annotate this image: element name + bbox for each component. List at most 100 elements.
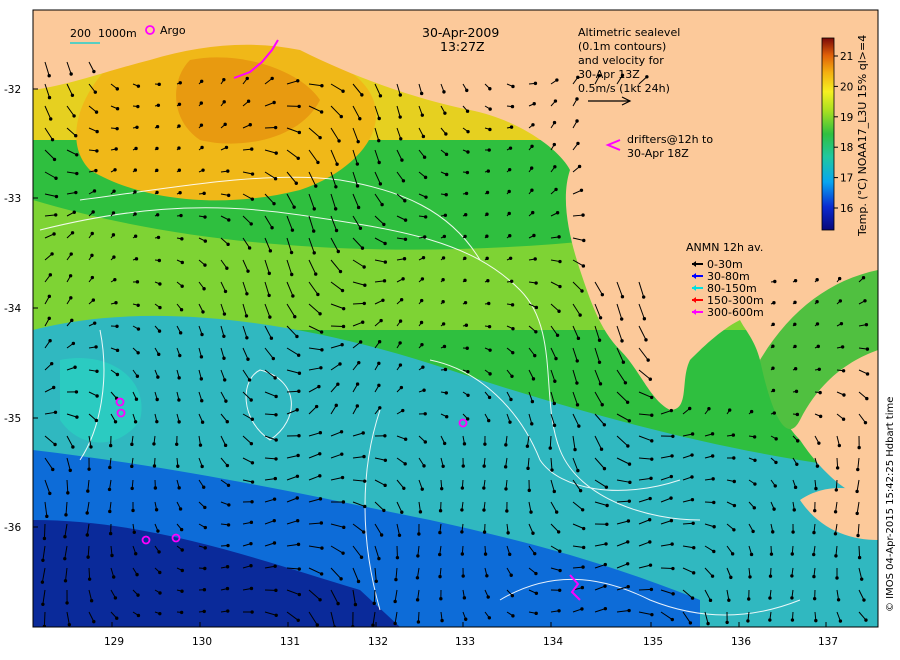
velocity-arrowhead: [394, 577, 398, 582]
velocity-arrowhead: [509, 125, 514, 129]
velocity-arrowhead: [52, 157, 57, 162]
velocity-arrowhead: [628, 480, 632, 485]
velocity-arrowhead: [225, 586, 230, 591]
velocity-arrowhead: [316, 292, 320, 297]
velocity-arrowhead: [813, 508, 817, 513]
velocity-arrowhead: [92, 619, 96, 624]
velocity-arrowhead: [401, 408, 405, 413]
velocity-arrowhead: [341, 89, 345, 93]
velocity-arrowhead: [670, 542, 674, 546]
velocity-arrowhead: [341, 500, 346, 504]
velocity-arrowhead: [158, 570, 162, 575]
velocity-arrowhead: [203, 546, 207, 550]
velocity-arrowhead: [381, 298, 385, 302]
velocity-arrowhead: [793, 367, 798, 371]
velocity-arrowhead: [463, 256, 467, 260]
colorbar-tick-label: 19: [840, 112, 853, 124]
velocity-arrowhead: [297, 130, 302, 135]
velocity-arrowhead: [599, 447, 604, 451]
velocity-arrowhead: [94, 168, 98, 173]
velocity-arrowhead: [578, 488, 583, 493]
velocity-arrowhead: [485, 256, 489, 261]
velocity-arrowhead: [47, 95, 52, 100]
velocity-arrowhead: [200, 332, 204, 337]
velocity-arrowhead: [794, 389, 799, 394]
velocity-arrowhead: [420, 277, 425, 281]
velocity-arrowhead: [558, 549, 562, 553]
velocity-arrowhead: [485, 190, 490, 195]
velocity-arrowhead: [115, 616, 119, 620]
velocity-arrowhead: [361, 320, 365, 324]
velocity-arrowhead: [72, 114, 76, 118]
velocity-arrowhead: [377, 116, 381, 121]
velocity-arrowhead: [488, 107, 492, 111]
velocity-arrowhead: [115, 107, 120, 111]
velocity-arrowhead: [418, 510, 423, 514]
velocity-arrowhead: [482, 508, 486, 512]
velocity-arrowhead: [316, 160, 320, 165]
velocity-arrowhead: [203, 239, 208, 243]
velocity-arrowhead: [706, 621, 710, 626]
velocity-arrowhead: [838, 299, 843, 303]
velocity-arrowhead: [69, 252, 73, 256]
velocity-arrowhead: [774, 460, 778, 465]
velocity-arrowhead: [53, 410, 58, 415]
velocity-arrowhead: [158, 591, 162, 595]
velocity-arrowhead: [748, 575, 752, 579]
velocity-arrowhead: [334, 228, 339, 233]
velocity-arrowhead: [627, 499, 632, 503]
velocity-arrowhead: [155, 213, 160, 217]
velocity-arrowhead: [250, 417, 255, 421]
velocity-arrowhead: [422, 464, 426, 468]
velocity-arrowhead: [443, 367, 448, 372]
velocity-arrowhead: [461, 574, 465, 578]
velocity-arrowhead: [380, 202, 384, 207]
velocity-arrowhead: [623, 381, 628, 385]
velocity-arrowhead: [486, 595, 490, 599]
velocity-arrowhead: [377, 383, 381, 388]
velocity-arrowhead: [671, 434, 675, 438]
velocity-arrowhead: [72, 210, 76, 214]
velocity-arrowhead: [318, 312, 322, 316]
velocity-arrowhead: [273, 376, 277, 380]
velocity-arrowhead: [530, 422, 534, 426]
velocity-arrowhead: [112, 255, 116, 259]
velocity-arrowhead: [358, 116, 362, 121]
velocity-arrowhead: [443, 213, 448, 218]
velocity-arrowhead: [463, 300, 468, 305]
velocity-arrowhead: [269, 336, 274, 340]
velocity-arrowhead: [580, 585, 585, 590]
velocity-arrowhead: [856, 533, 860, 538]
velocity-arrowhead: [510, 303, 515, 307]
velocity-arrowhead: [314, 184, 318, 188]
velocity-arrowhead: [552, 401, 557, 406]
velocity-arrowhead: [51, 467, 55, 472]
velocity-arrowhead: [274, 457, 278, 461]
velocity-arrowhead: [531, 531, 535, 535]
velocity-arrowhead: [485, 234, 489, 238]
velocity-arrowhead: [267, 271, 271, 276]
velocity-arrowhead: [422, 155, 427, 159]
velocity-arrowhead: [246, 269, 250, 273]
velocity-arrowhead: [296, 518, 300, 523]
velocity-arrowhead: [272, 201, 276, 206]
velocity-arrowhead: [114, 147, 118, 151]
sst-map: -32 -33 -34 -35 -36 129 130 131 132 133 …: [4, 9, 896, 648]
velocity-arrowhead: [416, 620, 421, 624]
velocity-arrowhead: [550, 468, 554, 472]
velocity-arrowhead: [202, 609, 206, 614]
velocity-arrowhead: [273, 476, 278, 481]
velocity-arrowhead: [444, 132, 448, 136]
velocity-arrowhead: [793, 344, 797, 349]
velocity-arrowhead: [268, 315, 272, 319]
velocity-arrowhead: [135, 125, 139, 129]
velocity-arrowhead: [156, 235, 161, 240]
velocity-arrowhead: [605, 503, 609, 508]
velocity-arrowhead: [460, 530, 464, 534]
velocity-arrowhead: [362, 530, 366, 534]
velocity-arrowhead: [834, 554, 838, 558]
velocity-arrowhead: [315, 623, 319, 627]
velocity-arrowhead: [626, 519, 631, 523]
altimetry-line: and velocity for: [578, 54, 664, 67]
velocity-arrowhead: [417, 532, 421, 536]
